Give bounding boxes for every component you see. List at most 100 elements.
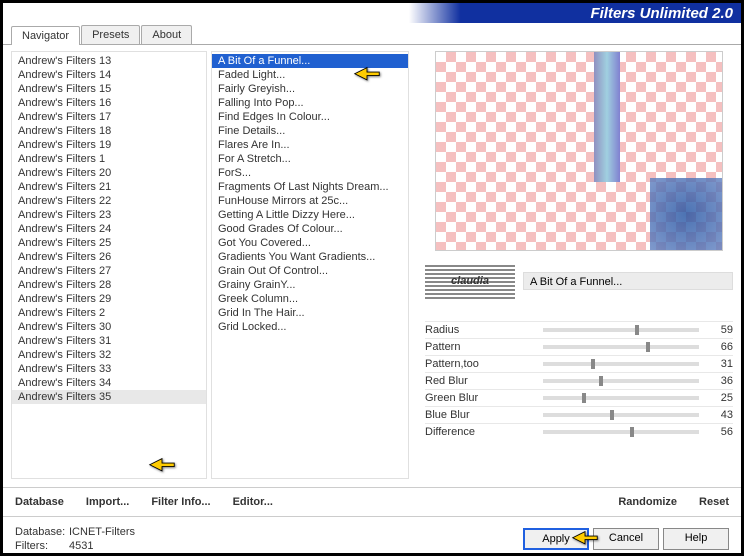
dialog-buttons: Apply Cancel Help [523,528,729,550]
category-item[interactable]: Andrew's Filters 27 [12,264,206,278]
param-label: Blue Blur [425,409,535,421]
import-button[interactable]: Import... [86,496,129,508]
filter-item[interactable]: Grainy GrainY... [212,278,408,292]
category-item[interactable]: Andrew's Filters 18 [12,124,206,138]
filter-item[interactable]: Faded Light... [212,68,408,82]
category-item[interactable]: Andrew's Filters 29 [12,292,206,306]
current-filter-name: A Bit Of a Funnel... [523,272,733,290]
param-slider[interactable] [543,362,699,366]
app-title: Filters Unlimited 2.0 [590,5,733,22]
preview-blob [650,178,722,250]
param-label: Pattern [425,341,535,353]
category-item[interactable]: Andrew's Filters 19 [12,138,206,152]
category-item[interactable]: Andrew's Filters 21 [12,180,206,194]
filter-item[interactable]: A Bit Of a Funnel... [212,54,408,68]
filters-label: Filters: [15,539,69,553]
param-slider[interactable] [543,396,699,400]
category-item[interactable]: Andrew's Filters 22 [12,194,206,208]
tab-presets[interactable]: Presets [81,25,140,44]
tab-about[interactable]: About [141,25,192,44]
param-row: Pattern 66 [425,338,733,355]
param-row: Red Blur 36 [425,372,733,389]
category-item[interactable]: Andrew's Filters 35 [12,390,206,404]
filter-item[interactable]: ForS... [212,166,408,180]
category-item[interactable]: Andrew's Filters 16 [12,96,206,110]
param-label: Red Blur [425,375,535,387]
filters-count: 4531 [69,539,93,553]
category-item[interactable]: Andrew's Filters 23 [12,208,206,222]
param-value: 25 [707,392,733,404]
filter-list[interactable]: A Bit Of a Funnel...Faded Light...Fairly… [211,51,409,479]
editor-button[interactable]: Editor... [233,496,273,508]
param-value: 59 [707,324,733,336]
param-value: 43 [707,409,733,421]
category-item[interactable]: Andrew's Filters 33 [12,362,206,376]
param-label: Green Blur [425,392,535,404]
database-button[interactable]: Database [15,496,64,508]
param-row: Difference 56 [425,423,733,440]
category-item[interactable]: Andrew's Filters 25 [12,236,206,250]
tab-navigator[interactable]: Navigator [11,26,80,45]
main-area: Andrew's Filters 13Andrew's Filters 14An… [3,45,741,487]
preview-stripe [594,52,620,182]
filter-item[interactable]: Fragments Of Last Nights Dream... [212,180,408,194]
category-item[interactable]: Andrew's Filters 14 [12,68,206,82]
parameter-panel: Radius59Pattern66Pattern,too31Red Blur36… [425,321,733,440]
filter-item[interactable]: Gradients You Want Gradients... [212,250,408,264]
randomize-button[interactable]: Randomize [618,496,677,508]
category-item[interactable]: Andrew's Filters 32 [12,348,206,362]
filter-info-button[interactable]: Filter Info... [151,496,210,508]
filter-item[interactable]: For A Stretch... [212,152,408,166]
category-item[interactable]: Andrew's Filters 26 [12,250,206,264]
param-label: Pattern,too [425,358,535,370]
category-item[interactable]: Andrew's Filters 17 [12,110,206,124]
param-slider[interactable] [543,328,699,332]
category-item[interactable]: Andrew's Filters 2 [12,306,206,320]
param-row: Pattern,too 31 [425,355,733,372]
category-item[interactable]: Andrew's Filters 30 [12,320,206,334]
param-slider[interactable] [543,379,699,383]
filter-item[interactable]: Find Edges In Colour... [212,110,408,124]
param-slider[interactable] [543,345,699,349]
param-value: 31 [707,358,733,370]
param-value: 56 [707,426,733,438]
right-panel: claudia A Bit Of a Funnel... Radius59Pat… [413,51,733,487]
category-item[interactable]: Andrew's Filters 34 [12,376,206,390]
filter-item[interactable]: Grain Out Of Control... [212,264,408,278]
filter-item[interactable]: Fine Details... [212,124,408,138]
param-slider[interactable] [543,413,699,417]
category-item[interactable]: Andrew's Filters 24 [12,222,206,236]
filter-item[interactable]: Flares Are In... [212,138,408,152]
category-item[interactable]: Andrew's Filters 20 [12,166,206,180]
param-slider[interactable] [543,430,699,434]
apply-button[interactable]: Apply [523,528,589,550]
category-item[interactable]: Andrew's Filters 31 [12,334,206,348]
tab-strip: Navigator Presets About [3,25,741,45]
param-value: 66 [707,341,733,353]
watermark-logo: claudia [425,263,515,299]
category-item[interactable]: Andrew's Filters 28 [12,278,206,292]
filter-item[interactable]: Getting A Little Dizzy Here... [212,208,408,222]
cancel-button[interactable]: Cancel [593,528,659,550]
help-button[interactable]: Help [663,528,729,550]
database-value: ICNET-Filters [69,525,135,539]
param-value: 36 [707,375,733,387]
filter-item[interactable]: Got You Covered... [212,236,408,250]
toolbar: Database Import... Filter Info... Editor… [3,487,741,516]
filter-item[interactable]: Grid In The Hair... [212,306,408,320]
filter-item[interactable]: Falling Into Pop... [212,96,408,110]
param-label: Difference [425,426,535,438]
filter-item[interactable]: Fairly Greyish... [212,82,408,96]
category-item[interactable]: Andrew's Filters 1 [12,152,206,166]
title-bar: Filters Unlimited 2.0 [3,3,741,23]
filter-item[interactable]: FunHouse Mirrors at 25c... [212,194,408,208]
watermark-row: claudia A Bit Of a Funnel... [425,263,733,299]
filter-item[interactable]: Grid Locked... [212,320,408,334]
category-item[interactable]: Andrew's Filters 13 [12,54,206,68]
category-list[interactable]: Andrew's Filters 13Andrew's Filters 14An… [11,51,207,479]
category-item[interactable]: Andrew's Filters 15 [12,82,206,96]
param-row: Green Blur 25 [425,389,733,406]
reset-button[interactable]: Reset [699,496,729,508]
filter-item[interactable]: Greek Column... [212,292,408,306]
filter-item[interactable]: Good Grades Of Colour... [212,222,408,236]
